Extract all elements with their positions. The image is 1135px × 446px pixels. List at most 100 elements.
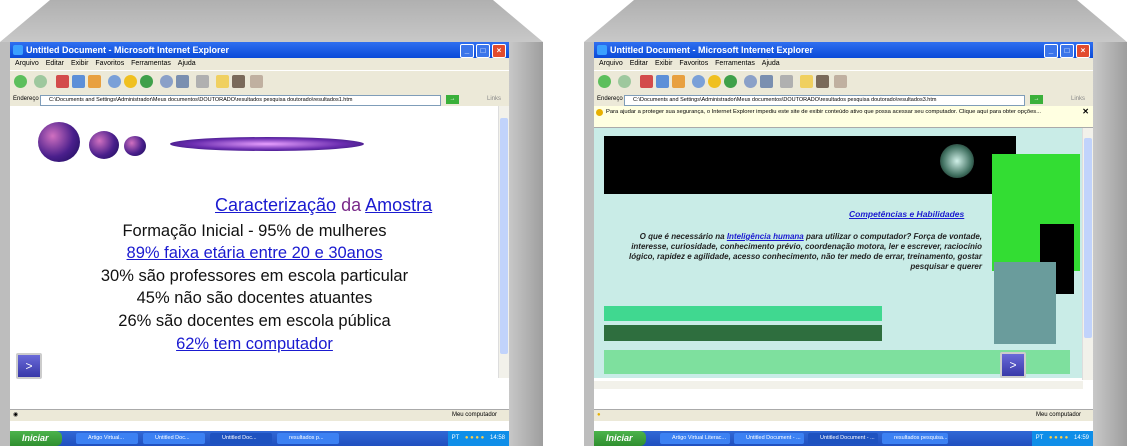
minimize-button[interactable]: _ [460,44,474,58]
taskbar-item-3[interactable]: Untitled Doc... [210,433,272,444]
address-input[interactable]: C:\Documents and Settings\Administrador\… [40,95,441,106]
refresh-icon[interactable] [72,75,85,88]
research-icon[interactable] [232,75,245,88]
menu-exibir[interactable]: Exibir [655,60,673,67]
frame-bevel-left [0,42,10,446]
next-slide-button[interactable]: > [1000,352,1026,378]
menu-editar[interactable]: Editar [630,60,648,67]
inteligencia-humana-link[interactable]: Inteligência humana [727,232,804,241]
maximize-button[interactable]: □ [1060,44,1074,58]
frame-bevel-top [0,0,543,42]
forward-icon[interactable] [618,75,631,88]
edit-icon[interactable] [780,75,793,88]
language-indicator[interactable]: PT [1036,435,1044,441]
page-title: Caracterização da Amostra [215,195,432,216]
language-indicator[interactable]: PT [452,435,460,441]
title-link-amostra[interactable]: Amostra [365,195,432,215]
forward-icon[interactable] [34,75,47,88]
clock: 14:58 [489,435,505,441]
go-button[interactable]: → [1030,95,1043,104]
menu-arquivo[interactable]: Arquivo [15,60,39,67]
maximize-button[interactable]: □ [476,44,490,58]
mail-icon[interactable] [160,75,173,88]
address-bar: Endereço C:\Documents and Settings\Admin… [10,93,509,106]
stop-icon[interactable] [56,75,69,88]
scrollbar-thumb[interactable] [1084,138,1092,338]
menu-ajuda[interactable]: Ajuda [762,60,780,67]
info-bar-message[interactable]: Para ajudar a proteger sua segurança, o … [606,108,1066,116]
paragraph-start: O que é necessário na [639,232,725,241]
mail-icon[interactable] [744,75,757,88]
frame-bevel-left [584,42,594,446]
left-browser-window: Untitled Document - Microsoft Internet E… [10,42,509,446]
print-icon[interactable] [176,75,189,88]
home-icon[interactable] [672,75,685,88]
start-button[interactable]: Iniciar [594,431,646,446]
menu-ajuda[interactable]: Ajuda [178,60,196,67]
next-arrow-icon: > [1009,358,1017,372]
history-icon[interactable] [140,75,153,88]
close-button[interactable]: × [492,44,506,58]
body-paragraph: O que é necessário na Inteligência human… [614,232,982,272]
history-icon[interactable] [724,75,737,88]
taskbar-item-2[interactable]: Untitled Doc... [143,433,205,444]
minimize-button[interactable]: _ [1044,44,1058,58]
close-button[interactable]: × [1076,44,1090,58]
folder-icon[interactable] [216,75,229,88]
menu-editar[interactable]: Editar [46,60,64,67]
menu-ferramentas[interactable]: Ferramentas [131,60,171,67]
address-bar: Endereço C:\Documents and Settings\Admin… [594,93,1093,106]
links-label[interactable]: Links [487,93,501,106]
start-button[interactable]: Iniciar [10,431,62,446]
go-button[interactable]: → [446,95,459,104]
address-input[interactable]: C:\Documents and Settings\Administrador\… [624,95,1025,106]
favorites-icon[interactable] [124,75,137,88]
menu-favoritos[interactable]: Favoritos [95,60,124,67]
links-label[interactable]: Links [1071,93,1085,106]
close-icon[interactable]: ✕ [1082,108,1089,116]
home-icon[interactable] [88,75,101,88]
taskbar-item-3[interactable]: Untitled Document - ... [808,433,878,444]
next-slide-button[interactable]: > [16,353,42,379]
system-tray: PT ● ● ● ● 14:58 [447,431,509,446]
section-heading-link[interactable]: Competências e Habilidades [849,209,964,219]
scrollbar-thumb[interactable] [500,118,508,354]
menu-favoritos[interactable]: Favoritos [679,60,708,67]
page-content: Competências e Habilidades O que é neces… [594,128,1083,378]
taskbar-item-1[interactable]: Artigo Virtual Literac... [660,433,730,444]
taskbar-item-4[interactable]: resultados p... [277,433,339,444]
vertical-scrollbar[interactable] [498,106,509,378]
stat-line-6-link[interactable]: 62% tem computador [10,335,499,354]
messenger-icon[interactable] [834,75,847,88]
edit-icon[interactable] [196,75,209,88]
horizontal-scrollbar[interactable] [594,381,1083,389]
back-icon[interactable] [14,75,27,88]
security-info-bar[interactable]: Para ajudar a proteger sua segurança, o … [594,106,1093,128]
title-link-caracterizacao[interactable]: Caracterização [215,195,336,215]
tray-icons[interactable]: ● ● ● ● [465,435,485,441]
frame-bevel-right [1093,42,1127,446]
taskbar-item-2[interactable]: Untitled Document - ... [734,433,804,444]
refresh-icon[interactable] [656,75,669,88]
vertical-scrollbar[interactable] [1082,128,1093,380]
menu-arquivo[interactable]: Arquivo [599,60,623,67]
menu-bar: Arquivo Editar Exibir Favoritos Ferramen… [10,58,509,70]
tray-icons[interactable]: ● ● ● ● [1049,435,1069,441]
print-icon[interactable] [760,75,773,88]
stop-icon[interactable] [640,75,653,88]
research-icon[interactable] [816,75,829,88]
menu-ferramentas[interactable]: Ferramentas [715,60,755,67]
stat-line-2-link[interactable]: 89% faixa etária entre 20 e 30anos [10,244,499,263]
favorites-icon[interactable] [708,75,721,88]
search-icon[interactable] [108,75,121,88]
menu-exibir[interactable]: Exibir [71,60,89,67]
right-screenshot-frame: Untitled Document - Microsoft Internet E… [584,0,1127,446]
back-icon[interactable] [598,75,611,88]
search-icon[interactable] [692,75,705,88]
taskbar-item-1[interactable]: Artigo Virtual... [76,433,138,444]
taskbar-item-4[interactable]: resultados pesquisa... [882,433,948,444]
folder-icon[interactable] [800,75,813,88]
page-content: Caracterização da Amostra Formação Inici… [10,106,499,379]
title-bar: Untitled Document - Microsoft Internet E… [10,42,509,58]
messenger-icon[interactable] [250,75,263,88]
